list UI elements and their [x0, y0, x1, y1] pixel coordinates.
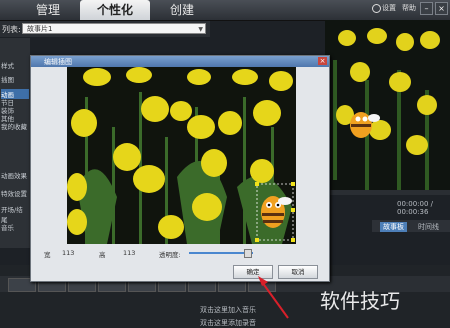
close-window-button[interactable]: × — [435, 2, 448, 15]
cancel-button[interactable]: 取消 — [278, 265, 318, 279]
dialog-title: 编辑插图 — [44, 58, 72, 66]
tab-manage[interactable]: 管理 — [18, 0, 78, 20]
preview-panel: 00:00:00 / 00:00:36 — [325, 20, 450, 216]
tab-storyboard[interactable]: 故事板 — [380, 222, 407, 232]
minimize-button[interactable]: – — [420, 2, 433, 15]
sidebar-item-style[interactable]: 样式 — [1, 60, 29, 70]
tab-create[interactable]: 创建 — [152, 0, 212, 20]
dialog-title-bar: 编辑插图 × — [31, 56, 329, 67]
settings-label: 设置 — [382, 4, 396, 12]
left-panel: 样式 插图 动画 节日 装饰 其他 我的收藏 动画效果 特效设置 开场/结尾 音… — [0, 38, 30, 248]
sidebar-item-intro[interactable]: 开场/结尾 — [1, 204, 29, 224]
add-voice-hint[interactable]: 双击这里添加录音 — [200, 318, 256, 328]
tab-timeline[interactable]: 时间线 — [418, 222, 439, 232]
sidebar-item-insert[interactable]: 插图 — [1, 74, 29, 84]
tulip-photo — [67, 67, 296, 244]
top-menu-bar: 管理 个性化 创建 设置 帮助 – × — [0, 0, 450, 21]
list-dropdown[interactable]: 故事片1 ▼ — [22, 23, 206, 34]
preview-flowers-image — [325, 20, 450, 195]
settings-button[interactable]: 设置 — [372, 3, 396, 13]
opacity-label: 透明度: — [159, 251, 181, 259]
height-value[interactable]: 113 — [123, 249, 135, 257]
help-button[interactable]: 帮助 — [402, 3, 416, 13]
edit-illustration-dialog: 编辑插图 × 宽 113 高 113 透明度: 确定 取消 — [30, 55, 330, 282]
list-dropdown-value: 故事片1 — [27, 25, 53, 33]
list-label: 列表: — [2, 25, 21, 34]
size-row: 宽 113 高 113 透明度: — [31, 249, 329, 259]
sidebar-item-music[interactable]: 音乐 — [1, 222, 29, 232]
illustration-canvas[interactable] — [67, 67, 296, 244]
close-icon[interactable]: × — [318, 57, 327, 65]
sidebar-item-favorites[interactable]: 我的收藏 — [1, 121, 29, 131]
ok-button[interactable]: 确定 — [233, 265, 273, 279]
sidebar-item-anim-effect[interactable]: 动画效果 — [1, 170, 29, 180]
height-label: 高 — [99, 251, 106, 259]
right-tabs: 故事板 时间线 — [372, 220, 450, 232]
width-value[interactable]: 113 — [62, 249, 74, 257]
sidebar-item-special-effect[interactable]: 特效设置 — [1, 188, 29, 198]
chevron-down-icon: ▼ — [198, 26, 203, 33]
opacity-slider-handle[interactable] — [244, 249, 252, 258]
help-label: 帮助 — [402, 4, 416, 12]
time-readout: 00:00:00 / 00:00:36 — [397, 200, 434, 216]
tab-personalize[interactable]: 个性化 — [80, 0, 150, 20]
width-label: 宽 — [44, 251, 51, 259]
add-music-hint[interactable]: 双击这里加入音乐 — [200, 305, 256, 315]
gear-icon — [372, 3, 381, 13]
watermark-text: 软件技巧 — [320, 289, 400, 313]
list-selector-bar: 列表: 故事片1 ▼ — [0, 21, 210, 37]
